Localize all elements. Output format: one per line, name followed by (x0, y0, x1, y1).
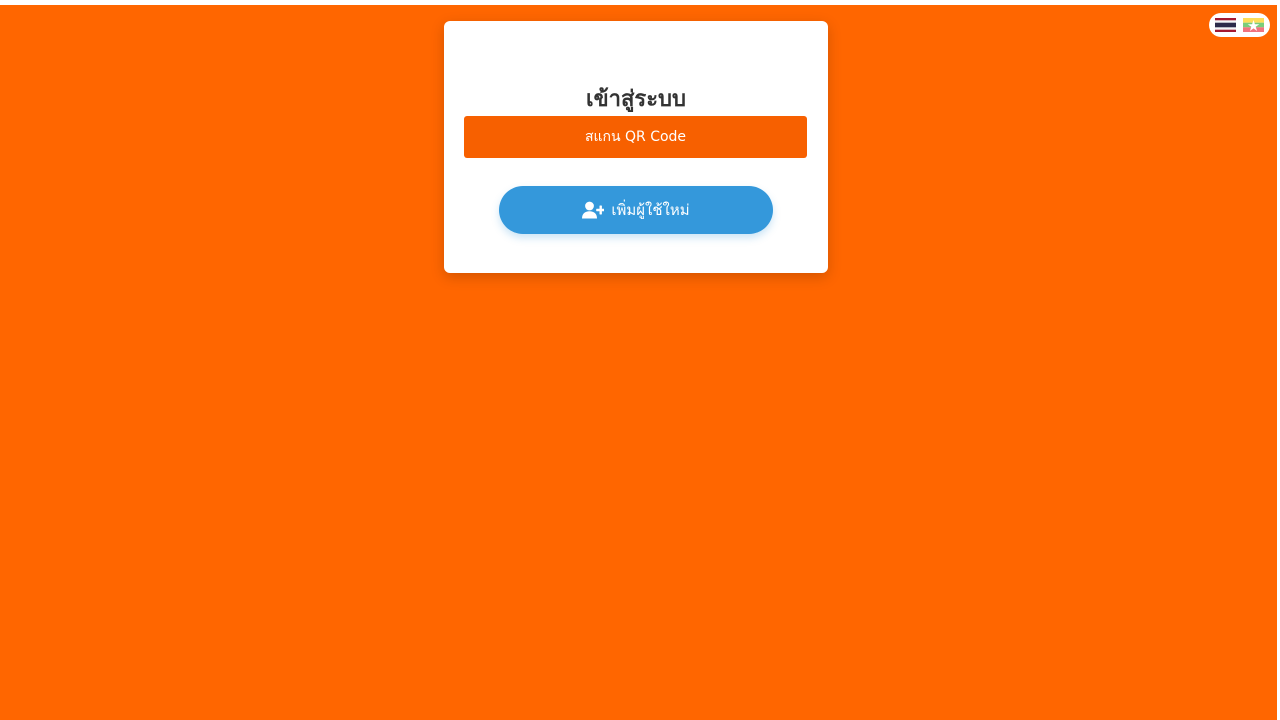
user-plus-icon (582, 201, 605, 219)
add-new-user-button[interactable]: เพิ่มผู้ใช้ใหม่ (499, 186, 773, 234)
language-switcher[interactable] (1209, 13, 1270, 37)
myanmar-flag-icon[interactable] (1243, 18, 1264, 32)
page-title: เข้าสู่ระบบ (586, 87, 686, 112)
login-card: เข้าสู่ระบบ สแกน QR Code เพิ่มผู้ใช้ใหม่ (444, 21, 828, 273)
scan-qr-code-label: สแกน QR Code (584, 129, 687, 145)
scan-qr-code-button[interactable]: สแกน QR Code (464, 116, 807, 158)
add-new-user-label: เพิ่มผู้ใช้ใหม่ (611, 201, 690, 219)
thailand-flag-icon[interactable] (1215, 18, 1236, 32)
